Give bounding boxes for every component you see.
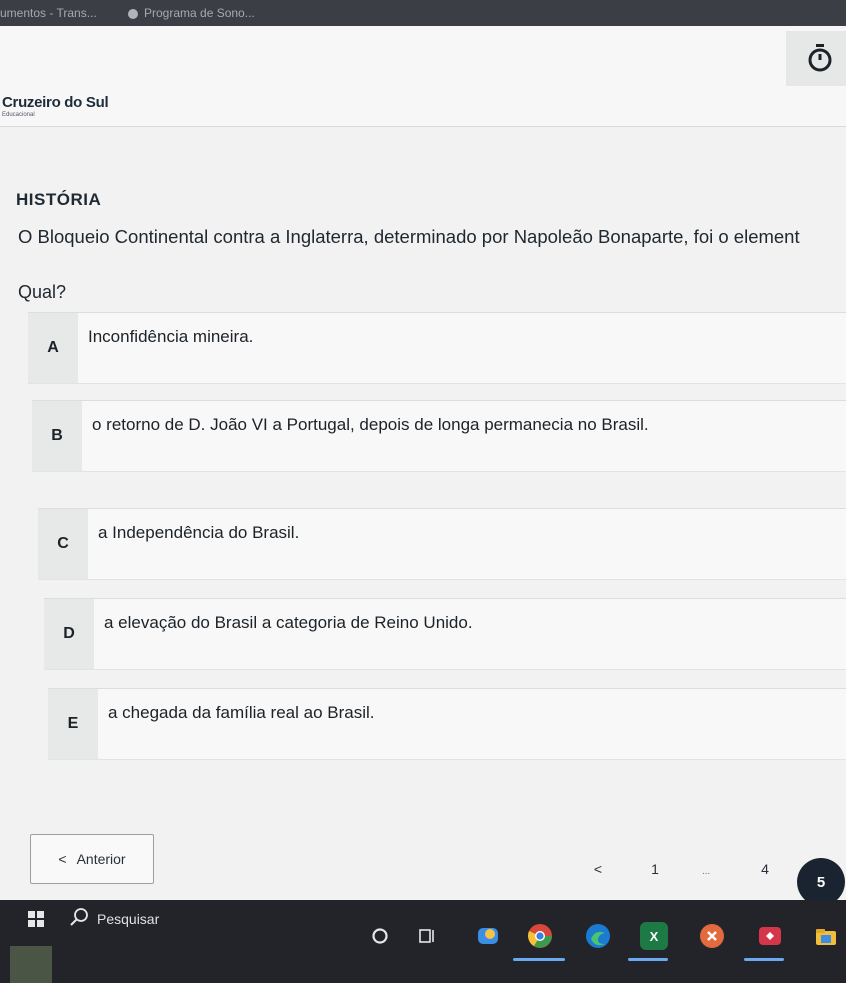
chevron-left-icon: < — [58, 851, 67, 867]
search-icon[interactable] — [68, 906, 90, 928]
quiz-page: Cruzeiro do Sul Educacional HISTÓRIA O B… — [0, 26, 846, 906]
excel-icon[interactable]: X — [640, 922, 668, 950]
desktop-thumbnail — [10, 946, 52, 983]
widgets-icon[interactable] — [474, 922, 502, 950]
explorer-icon[interactable] — [812, 922, 840, 950]
active-app-indicator — [513, 958, 565, 961]
option-letter: C — [38, 509, 88, 579]
pagination-page-4[interactable]: 4 — [750, 861, 780, 877]
active-app-indicator — [744, 958, 784, 961]
answer-option-e[interactable]: E a chegada da família real ao Brasil. — [48, 688, 846, 760]
pagination-current-page[interactable]: 5 — [797, 858, 845, 906]
pagination-prev[interactable]: < — [583, 861, 613, 877]
edge-icon[interactable] — [584, 922, 612, 950]
previous-button[interactable]: < Anterior — [30, 834, 154, 884]
task-view-icon[interactable] — [414, 922, 442, 950]
site-header: Cruzeiro do Sul Educacional — [0, 26, 846, 127]
stopwatch-icon — [808, 43, 832, 73]
question-prompt: Qual? — [18, 282, 67, 302]
brand-name: Cruzeiro do Sul — [2, 94, 109, 111]
option-text: o retorno de D. João VI a Portugal, depo… — [92, 415, 649, 434]
browser-tab[interactable]: Programa de Sono... — [128, 6, 255, 20]
cortana-icon[interactable] — [366, 922, 394, 950]
tab-favicon-icon — [128, 8, 138, 19]
option-letter: A — [28, 313, 78, 383]
app-icon-red[interactable] — [756, 922, 784, 950]
windows-taskbar: Pesquisar X — [0, 900, 846, 983]
pagination-page-1[interactable]: 1 — [640, 861, 670, 877]
option-letter: B — [32, 401, 82, 471]
brand-logo[interactable]: Cruzeiro do Sul Educacional — [2, 94, 109, 118]
option-text: a Independência do Brasil. — [98, 523, 300, 542]
option-text: a elevação do Brasil a categoria de Rein… — [104, 613, 473, 632]
timer-button[interactable] — [786, 31, 846, 86]
pagination-ellipsis: ... — [702, 866, 711, 877]
question-text: O Bloqueio Continental contra a Inglater… — [18, 226, 800, 247]
active-app-indicator — [628, 958, 668, 961]
brand-subtitle: Educacional — [2, 112, 35, 118]
option-text: a chegada da família real ao Brasil. — [108, 703, 375, 722]
answer-option-c[interactable]: C a Independência do Brasil. — [38, 508, 846, 580]
answer-option-b[interactable]: B o retorno de D. João VI a Portugal, de… — [32, 400, 846, 472]
previous-label: Anterior — [76, 851, 126, 867]
tab-label: umentos - Trans... — [0, 6, 97, 20]
option-letter: D — [44, 599, 94, 669]
tab-label: Programa de Sono... — [144, 6, 255, 20]
subject-title: HISTÓRIA — [16, 190, 102, 209]
option-text: Inconfidência mineira. — [88, 327, 254, 346]
taskbar-search-input[interactable]: Pesquisar — [97, 911, 159, 927]
windows-start-icon[interactable] — [28, 911, 44, 927]
option-letter: E — [48, 689, 98, 759]
chrome-icon[interactable] — [526, 922, 554, 950]
answer-option-d[interactable]: D a elevação do Brasil a categoria de Re… — [44, 598, 846, 670]
answer-option-a[interactable]: A Inconfidência mineira. — [28, 312, 846, 384]
app-icon-orange[interactable] — [698, 922, 726, 950]
browser-tab[interactable]: umentos - Trans... — [0, 6, 97, 20]
